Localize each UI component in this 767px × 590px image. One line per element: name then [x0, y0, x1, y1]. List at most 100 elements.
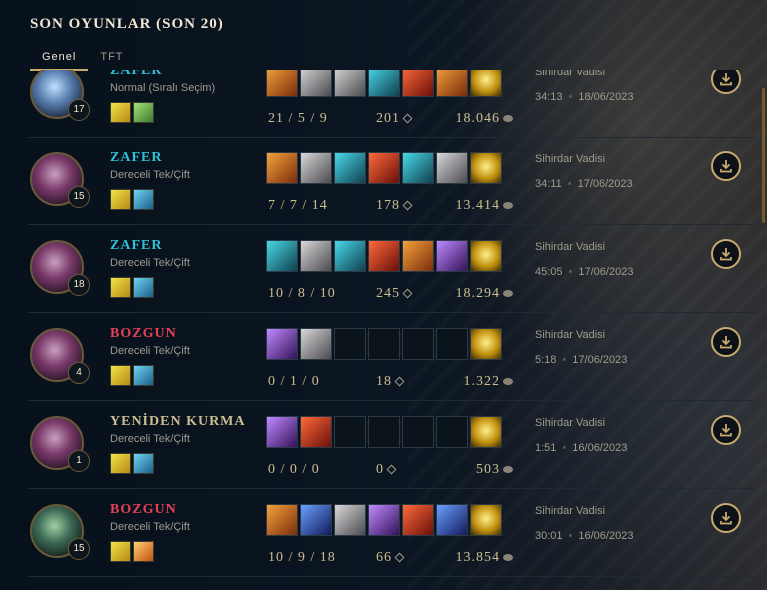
map-name: Sihirdar Vadisi — [535, 417, 606, 429]
match-row[interactable]: 17 ZAFER Normal (Sıralı Seçim) flashheal… — [28, 70, 756, 138]
item-icon: silver — [436, 152, 468, 184]
download-replay-button[interactable] — [711, 415, 741, 445]
tab-tft[interactable]: TFT — [88, 49, 135, 71]
champion-level-badge: 15 — [68, 538, 90, 560]
item-icon: teal — [266, 240, 298, 272]
match-time-info: 5:18 • 17/06/2023 — [535, 354, 627, 366]
download-replay-button[interactable] — [711, 239, 741, 269]
minion-icon — [394, 552, 405, 563]
map-name: Sihirdar Vadisi — [535, 241, 606, 253]
kda-text: 10 / 8 / 10 — [268, 286, 336, 301]
match-time-info: 45:05 • 17/06/2023 — [535, 266, 633, 278]
match-result: BOZGUN — [110, 502, 177, 517]
trinket-icon: gold — [470, 416, 502, 448]
cs-value: 245 — [376, 286, 400, 301]
gold-value: 503 — [476, 462, 500, 477]
download-icon — [720, 512, 732, 525]
match-row[interactable]: 15 BOZGUN Dereceli Tek/Çift flashignite … — [28, 489, 756, 577]
item-icon: orange — [266, 152, 298, 184]
item-icon: purple — [266, 328, 298, 360]
gold-coins-icon — [503, 554, 513, 562]
item-icon: purple — [368, 504, 400, 536]
separator-dot: • — [567, 178, 572, 190]
cs-stat: 66 — [376, 550, 405, 566]
download-replay-button[interactable] — [711, 70, 741, 94]
match-duration: 5:18 — [535, 354, 557, 366]
item-icon: purple — [436, 240, 468, 272]
trinket-icon: gold — [470, 70, 502, 97]
item-build: tealsilvertealredorangepurplegold — [266, 240, 504, 272]
match-row[interactable]: 4 BOZGUN Dereceli Tek/Çift flashghost pu… — [28, 313, 756, 401]
ghost-spell-icon: ghost — [133, 189, 154, 210]
summoner-spells: flashghost — [110, 453, 154, 474]
scrollbar-thumb[interactable] — [762, 88, 765, 223]
item-icon: purple — [266, 416, 298, 448]
match-result: ZAFER — [110, 70, 163, 78]
champion-level-badge: 15 — [68, 186, 90, 208]
empty-item-slot: empty — [436, 328, 468, 360]
minion-icon — [402, 288, 413, 299]
gold-stat: 1.322 — [464, 374, 513, 390]
empty-item-slot: empty — [402, 328, 434, 360]
trinket-icon: gold — [470, 328, 502, 360]
match-list: 17 ZAFER Normal (Sıralı Seçim) flashheal… — [28, 70, 756, 590]
item-icon: silver — [300, 328, 332, 360]
item-icon: red — [300, 416, 332, 448]
tab-genel[interactable]: Genel — [30, 49, 89, 71]
map-name: Sihirdar Vadisi — [535, 70, 606, 78]
match-result: YENİDEN KURMA — [110, 414, 246, 429]
gold-value: 13.854 — [455, 550, 500, 565]
match-date: 18/06/2023 — [578, 91, 634, 103]
trinket-icon: gold — [470, 240, 502, 272]
item-icon: red — [402, 70, 434, 97]
item-icon: orange — [266, 70, 298, 97]
cs-value: 0 — [376, 462, 384, 477]
kda-text: 0 / 1 / 0 — [268, 374, 320, 389]
item-icon: red — [368, 152, 400, 184]
separator-dot: • — [562, 354, 567, 366]
ignite-spell-icon: ignite — [133, 541, 154, 562]
match-row[interactable]: 18 ZAFER Dereceli Tek/Çift flashghost te… — [28, 225, 756, 313]
gold-stat: 13.414 — [456, 198, 513, 214]
download-replay-button[interactable] — [711, 327, 741, 357]
download-replay-button[interactable] — [711, 151, 741, 181]
trinket-icon: gold — [470, 152, 502, 184]
match-date: 17/06/2023 — [577, 178, 633, 190]
item-icon: blue — [436, 504, 468, 536]
flash-spell-icon: flash — [110, 102, 131, 123]
kda-text: 7 / 7 / 14 — [268, 198, 328, 213]
separator-dot: • — [568, 266, 573, 278]
game-mode: Dereceli Tek/Çift — [110, 169, 190, 181]
minion-icon — [402, 113, 413, 124]
match-time-info: 1:51 • 16/06/2023 — [535, 442, 627, 454]
cs-stat: 18 — [376, 374, 405, 390]
flash-spell-icon: flash — [110, 189, 131, 210]
game-mode: Normal (Sıralı Seçim) — [110, 82, 216, 94]
item-build: purplesilveremptyemptyemptyemptygold — [266, 328, 504, 360]
match-row[interactable]: 15 ZAFER Dereceli Tek/Çift flashghost or… — [28, 137, 756, 225]
gold-coins-icon — [503, 290, 513, 298]
minion-icon — [402, 200, 413, 211]
empty-item-slot: empty — [334, 328, 366, 360]
download-icon — [720, 73, 732, 86]
game-mode: Dereceli Tek/Çift — [110, 521, 190, 533]
item-icon: blue — [300, 504, 332, 536]
match-time-info: 34:13 • 18/06/2023 — [535, 91, 633, 103]
empty-item-slot: empty — [402, 416, 434, 448]
match-row[interactable]: 1 YENİDEN KURMA Dereceli Tek/Çift flashg… — [28, 401, 756, 489]
cs-stat: 245 — [376, 286, 413, 302]
match-result: BOZGUN — [110, 326, 177, 341]
map-name: Sihirdar Vadisi — [535, 329, 606, 341]
item-icon: silver — [334, 504, 366, 536]
item-icon: silver — [300, 152, 332, 184]
match-date: 17/06/2023 — [578, 266, 634, 278]
champion-level-badge: 1 — [68, 450, 90, 472]
ghost-spell-icon: ghost — [133, 277, 154, 298]
flash-spell-icon: flash — [110, 277, 131, 298]
download-replay-button[interactable] — [711, 503, 741, 533]
match-date: 16/06/2023 — [572, 442, 628, 454]
item-icon: silver — [300, 70, 332, 97]
item-icon: red — [368, 240, 400, 272]
cs-value: 66 — [376, 550, 392, 565]
summoner-spells: flashignite — [110, 541, 154, 562]
